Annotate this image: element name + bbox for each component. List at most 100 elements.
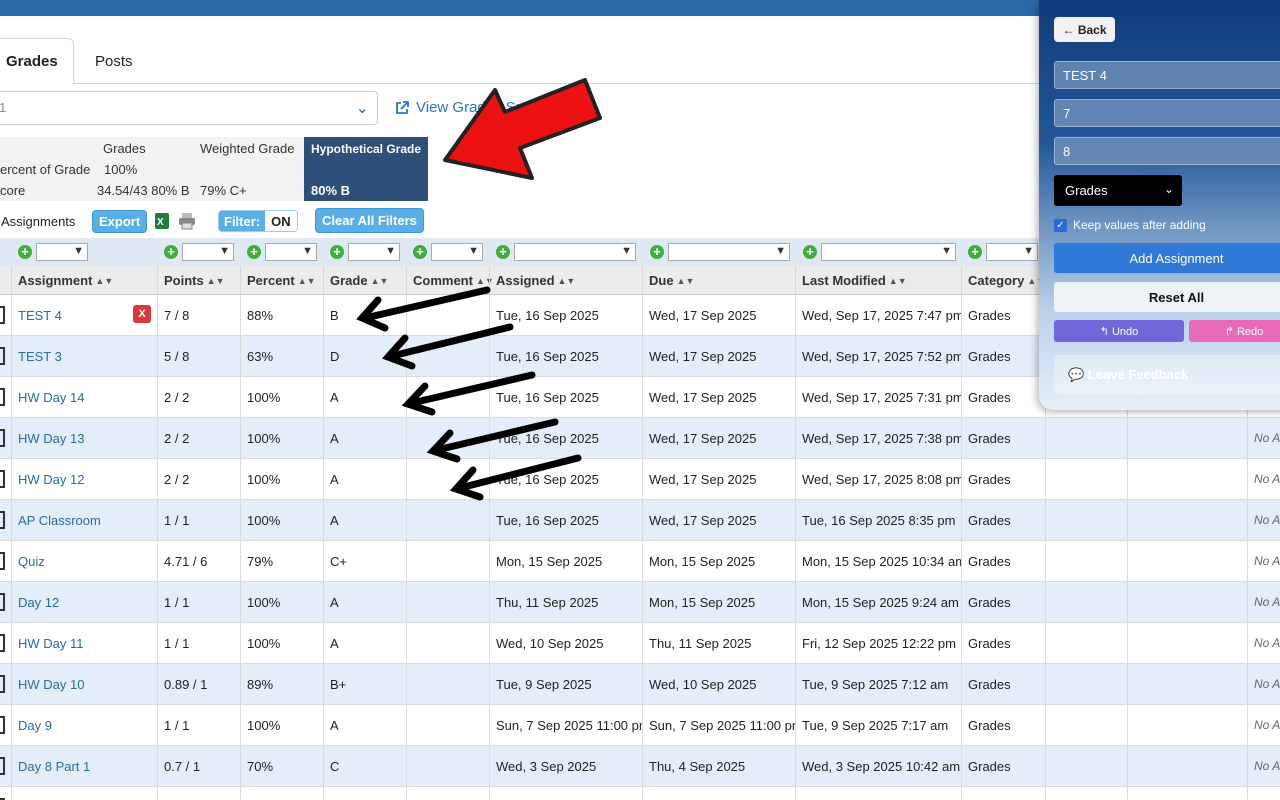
- view-grades-summary-link[interactable]: View Grades Summary: [394, 99, 570, 116]
- tab-posts[interactable]: Posts: [95, 38, 155, 84]
- excel-icon[interactable]: X: [153, 212, 171, 230]
- leave-feedback-button[interactable]: 💬 Leave Feedback: [1054, 355, 1280, 395]
- filter-assigned[interactable]: + ▼: [496, 242, 636, 262]
- filter-select[interactable]: ▼: [182, 243, 234, 261]
- row-expand-icon[interactable]: [0, 552, 5, 570]
- filter-points[interactable]: + ▼: [164, 242, 234, 262]
- add-filter-icon[interactable]: +: [968, 245, 982, 259]
- last-modified-cell: Wed, Sep 17, 2025 7:52 pm: [795, 336, 961, 376]
- add-filter-icon[interactable]: +: [247, 245, 261, 259]
- filter-assignment[interactable]: + ▼: [18, 242, 88, 262]
- sort-icon: ▲▼: [888, 275, 907, 286]
- filter-select[interactable]: ▼: [821, 243, 956, 261]
- category-cell: Grades: [961, 582, 1045, 622]
- grade-cell: A: [323, 582, 406, 622]
- back-button[interactable]: ← Back: [1054, 17, 1115, 42]
- row-expand-icon[interactable]: [0, 511, 5, 529]
- row-expand-icon[interactable]: [0, 716, 5, 734]
- assignment-link[interactable]: Day 12: [11, 582, 157, 622]
- keep-values-checkbox[interactable]: ✓ Keep values after adding: [1054, 218, 1206, 232]
- filter-select[interactable]: ▼: [431, 243, 483, 261]
- last-modified-cell: Tue, 9 Sep 2025 7:17 am: [795, 705, 961, 745]
- assignment-link[interactable]: Day 8 Part 1: [11, 746, 157, 786]
- row-expand-icon[interactable]: [0, 470, 5, 488]
- col-category[interactable]: Category ▲▼: [961, 266, 1045, 295]
- no-assignment-cell: No As: [1247, 664, 1280, 704]
- assignment-name-field[interactable]: TEST 4: [1054, 61, 1280, 89]
- add-filter-icon[interactable]: +: [164, 245, 178, 259]
- add-filter-icon[interactable]: +: [413, 245, 427, 259]
- filter-grade[interactable]: + ▼: [330, 242, 400, 262]
- add-filter-icon[interactable]: +: [650, 245, 664, 259]
- assignment-link[interactable]: Quiz: [11, 541, 157, 581]
- svg-text:X: X: [157, 217, 164, 228]
- row-expand-icon[interactable]: [0, 347, 5, 365]
- reset-all-button[interactable]: Reset All: [1054, 282, 1280, 312]
- assignment-link[interactable]: HW Day 13: [11, 418, 157, 458]
- assignment-link[interactable]: HW Day 11: [11, 623, 157, 663]
- add-filter-icon[interactable]: +: [330, 245, 344, 259]
- empty-cell: [1045, 459, 1127, 499]
- col-assigned[interactable]: Assigned ▲▼: [489, 266, 642, 295]
- no-assignment-cell: No As: [1247, 746, 1280, 786]
- filter-category[interactable]: + ▼: [968, 242, 1038, 262]
- row-expand-icon[interactable]: [0, 634, 5, 652]
- hypothetical-grade-value: 80% B: [311, 183, 351, 198]
- add-filter-icon[interactable]: +: [18, 245, 32, 259]
- category-select[interactable]: Grades ⌄: [1054, 175, 1182, 206]
- undo-button[interactable]: ↰ Undo: [1054, 320, 1184, 342]
- row-expand-icon[interactable]: [0, 757, 5, 775]
- col-points[interactable]: Points ▲▼: [157, 266, 240, 295]
- assignment-link[interactable]: Day 8 & Day 9: [11, 787, 157, 800]
- class-select[interactable]: 1 ⌄: [0, 91, 378, 125]
- clear-all-filters-button[interactable]: Clear All Filters: [315, 208, 424, 233]
- row-expand-icon[interactable]: [0, 593, 5, 611]
- row-expand-icon[interactable]: [0, 306, 5, 324]
- filter-select[interactable]: ▼: [986, 243, 1038, 261]
- sort-icon: ▲▼: [206, 275, 225, 286]
- add-filter-icon[interactable]: +: [803, 245, 817, 259]
- filter-due[interactable]: + ▼: [650, 242, 790, 262]
- row-expand-icon[interactable]: [0, 675, 5, 693]
- points-total-field[interactable]: 8: [1054, 137, 1280, 165]
- assignment-link[interactable]: HW Day 14: [11, 377, 157, 417]
- col-assignment[interactable]: Assignment ▲▼: [11, 266, 157, 295]
- row-expand-icon[interactable]: [0, 429, 5, 447]
- delete-icon[interactable]: X: [133, 305, 151, 323]
- print-icon[interactable]: [177, 212, 197, 230]
- filter-modified[interactable]: + ▼: [803, 242, 956, 262]
- table-row: AP Classroom 1 / 1 100% A Tue, 16 Sep 2025 We…: [0, 500, 1280, 541]
- due-cell: Wed, 10 Sep 2025: [642, 664, 795, 704]
- assignment-link[interactable]: HW Day 10: [11, 664, 157, 704]
- filter-toggle[interactable]: Filter: ON: [218, 210, 298, 232]
- assignment-link[interactable]: TEST 3: [11, 336, 157, 376]
- checkmark-icon: ✓: [1054, 218, 1067, 232]
- redo-button[interactable]: ↱ Redo: [1189, 320, 1280, 342]
- category-cell: Grades: [961, 336, 1045, 376]
- filter-select[interactable]: ▼: [348, 243, 400, 261]
- assignment-link[interactable]: AP Classroom: [11, 500, 157, 540]
- col-comment[interactable]: Comment ▲▼: [406, 266, 494, 295]
- filter-select[interactable]: ▼: [265, 243, 317, 261]
- export-group: Export X: [92, 208, 197, 234]
- comment-cell: [406, 664, 489, 704]
- add-assignment-button[interactable]: Add Assignment: [1054, 243, 1280, 273]
- due-cell: Sun, 7 Sep 2025 11:00 pm: [642, 705, 795, 745]
- filter-select[interactable]: ▼: [36, 243, 88, 261]
- col-last-modified[interactable]: Last Modified ▲▼: [795, 266, 961, 295]
- col-due[interactable]: Due ▲▼: [642, 266, 795, 295]
- filter-select[interactable]: ▼: [514, 243, 636, 261]
- row-expand-icon[interactable]: [0, 388, 5, 406]
- assignment-link[interactable]: HW Day 12: [11, 459, 157, 499]
- tab-grades[interactable]: Grades: [0, 38, 74, 84]
- export-button[interactable]: Export: [92, 209, 148, 233]
- filter-comment[interactable]: + ▼: [413, 242, 483, 262]
- points-earned-field[interactable]: 7: [1054, 99, 1280, 127]
- col-percent[interactable]: Percent ▲▼: [240, 266, 323, 295]
- assignment-link[interactable]: Day 9: [11, 705, 157, 745]
- col-grade[interactable]: Grade ▲▼: [323, 266, 406, 295]
- filter-value: ON: [265, 211, 297, 231]
- filter-percent[interactable]: + ▼: [247, 242, 317, 262]
- add-filter-icon[interactable]: +: [496, 245, 510, 259]
- filter-select[interactable]: ▼: [668, 243, 790, 261]
